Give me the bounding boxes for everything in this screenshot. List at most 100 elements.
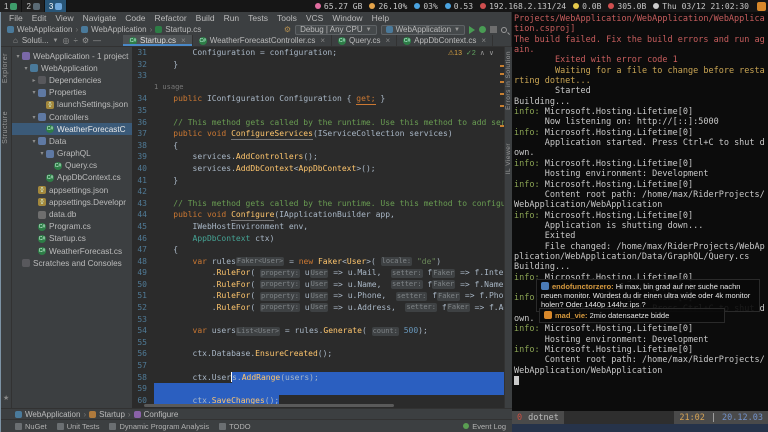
menu-item-vcs[interactable]: VCS (302, 13, 327, 23)
toolwindow-button-todo[interactable]: TODO (219, 422, 251, 431)
chevron-expanded-icon[interactable]: ▾ (22, 65, 30, 72)
editor-breadcrumb-item[interactable]: WebApplication (15, 410, 80, 419)
tree-item[interactable]: ▾ Controllers (12, 111, 132, 123)
menu-item-refactor[interactable]: Refactor (151, 13, 191, 23)
solution-view-title[interactable]: Soluti... (22, 36, 49, 45)
favorites-star-icon[interactable]: ★ (3, 394, 9, 402)
code-line[interactable]: 51 . RuleFor( property: u User => u.Phone,… (132, 290, 504, 303)
inspection-widget[interactable]: ⚠13 ✓2 ∧ ∨ (448, 49, 494, 57)
close-icon[interactable]: × (481, 36, 486, 45)
breadcrumb-item[interactable]: WebApplication (81, 25, 147, 34)
chat-notification-toast[interactable]: mad_vie: 2mio datensaetze bidde (539, 308, 725, 323)
code-line[interactable]: 39 services. AddControllers (); (132, 151, 504, 163)
breadcrumb-item[interactable]: Startup.cs (155, 25, 201, 34)
tree-item[interactable]: ▾ Properties (12, 87, 132, 99)
run-config-select[interactable]: WebApplication ▼ (380, 24, 465, 35)
tree-item[interactable]: Scratches and Consoles (12, 257, 132, 269)
menu-item-window[interactable]: Window (328, 13, 366, 23)
close-icon[interactable]: × (320, 36, 325, 45)
toolwindow-button-dynamic-program-analysis[interactable]: Dynamic Program Analysis (109, 422, 209, 431)
menu-item-navigate[interactable]: Navigate (79, 13, 121, 23)
code-line[interactable]: 45 IWebHostEnvironment env, (132, 220, 504, 233)
menu-item-help[interactable]: Help (368, 13, 393, 23)
tree-item[interactable]: ▾ WebApplication - 1 project (12, 50, 132, 62)
menu-item-run[interactable]: Run (220, 13, 244, 23)
code-line[interactable]: 38 { (132, 139, 504, 152)
code-line[interactable]: 34 public IConfiguration Configuration {… (132, 93, 504, 105)
search-everywhere-icon[interactable] (501, 26, 507, 33)
code-line[interactable]: 36 // This method gets called by the run… (132, 116, 504, 129)
tray-icon[interactable] (757, 1, 766, 11)
menu-item-code[interactable]: Code (121, 13, 149, 23)
close-icon[interactable]: × (181, 36, 186, 45)
menu-item-view[interactable]: View (51, 13, 77, 23)
editor-tab[interactable]: C# AppDbContext.cs × (397, 35, 494, 46)
code-line[interactable]: 59 (132, 383, 504, 395)
workspace-button[interactable]: 2 (22, 0, 45, 12)
code-line[interactable]: 42 (132, 186, 504, 198)
tool-stripe-il-viewer[interactable]: IL Viewer (505, 143, 512, 174)
chevron-expanded-icon[interactable]: ▾ (38, 150, 46, 157)
event-log-button[interactable]: Event Log (463, 422, 512, 431)
tree-item[interactable]: ▾ WebApplication (12, 62, 132, 74)
chevron-collapsed-icon[interactable]: ▸ (30, 77, 38, 84)
terminal-window[interactable]: Projects/WebApplication/WebApplication/W… (512, 12, 768, 432)
menu-item-tools[interactable]: Tools (273, 13, 301, 23)
menu-item-edit[interactable]: Edit (28, 13, 51, 23)
editor-breadcrumb-item[interactable]: Startup (89, 410, 125, 419)
code-line[interactable]: 1 usage (132, 81, 504, 94)
workspace-button[interactable]: 1 (0, 0, 23, 12)
code-line[interactable]: 48 var rules Faker<User> = new Faker < User… (132, 255, 504, 268)
code-line[interactable]: 55 (132, 336, 504, 349)
menu-item-build[interactable]: Build (192, 13, 219, 23)
editor-tab[interactable]: C# Query.cs × (332, 35, 398, 46)
chevron-expanded-icon[interactable]: ▾ (30, 114, 38, 121)
code-line[interactable]: 41 } (132, 174, 504, 187)
code-line[interactable]: 58 ctx.User s. AddRange (users); (132, 371, 504, 384)
chevron-expanded-icon[interactable]: ▾ (30, 138, 38, 145)
tool-stripe-explorer[interactable]: Explorer (2, 53, 9, 83)
tool-stripe-errors-in-solution[interactable]: Errors in Solution (505, 51, 512, 110)
tree-item[interactable]: ▾ GraphQL (12, 148, 132, 160)
tree-item[interactable]: {} launchSettings.json (12, 99, 132, 111)
code-line[interactable]: 50 . RuleFor( property: u User => u.Name, … (132, 278, 504, 291)
tree-item[interactable]: data.db (12, 208, 132, 220)
settings-icon[interactable]: ⚙ (82, 36, 89, 45)
code-line[interactable]: 57 (132, 360, 504, 372)
prev-issue-icon[interactable]: ∧ (480, 49, 485, 57)
debug-button[interactable] (479, 26, 486, 33)
hide-panel-icon[interactable]: — (93, 36, 101, 45)
next-issue-icon[interactable]: ∨ (489, 49, 494, 57)
close-icon[interactable]: × (385, 36, 390, 45)
tree-item[interactable]: {} appsettings.Developr (12, 196, 132, 208)
menu-item-file[interactable]: File (5, 13, 27, 23)
tree-item[interactable]: ▾ Data (12, 135, 132, 147)
code-line[interactable]: 47 { (132, 244, 504, 256)
code-line[interactable]: 46 AppDbContext ctx) (132, 232, 504, 245)
editor-tab[interactable]: C# WeatherForecastController.cs × (193, 35, 333, 46)
code-line[interactable]: 43 // This method gets called by the run… (132, 197, 504, 210)
tree-item[interactable]: C# Startup.cs (12, 233, 132, 245)
tree-item[interactable]: C# WeatherForecast.cs (12, 245, 132, 257)
run-button[interactable] (469, 25, 475, 34)
tree-item[interactable]: C# Query.cs (12, 160, 132, 172)
tool-stripe-structure[interactable]: Structure (2, 111, 9, 144)
code-line[interactable]: 54 var users List<User> = rules. Generate(… (132, 325, 504, 337)
code-line[interactable]: 40 services. AddDbContext < AppDbContext >()… (132, 162, 504, 175)
editor-tab[interactable]: C# Startup.cs × (123, 35, 193, 46)
code-line[interactable]: 37 public void ConfigureServices (IServic… (132, 128, 504, 140)
editor-breadcrumb-item[interactable]: Configure (133, 410, 178, 419)
code-line[interactable]: 56 ctx.Database. EnsureCreated (); (132, 348, 504, 361)
tmux-window[interactable]: 0 dotnet (512, 411, 564, 424)
build-hammer-icon[interactable]: ⚙ (284, 25, 291, 34)
tree-item[interactable]: C# AppDbContext.cs (12, 172, 132, 184)
tree-item[interactable]: ▸ Dependencies (12, 74, 132, 86)
solution-config-select[interactable]: Debug | Any CPU ▼ (295, 24, 377, 35)
code-line[interactable]: 53 (132, 313, 504, 326)
code-line[interactable]: 52 . RuleFor( property: u User => u.Addres… (132, 302, 504, 314)
locate-icon[interactable]: ◎ (62, 36, 69, 45)
collapse-all-icon[interactable]: ÷ (73, 36, 77, 45)
code-line[interactable]: 35 (132, 104, 504, 117)
chevron-expanded-icon[interactable]: ▾ (14, 53, 22, 60)
tree-item[interactable]: C# WeatherForecastC (12, 123, 132, 136)
